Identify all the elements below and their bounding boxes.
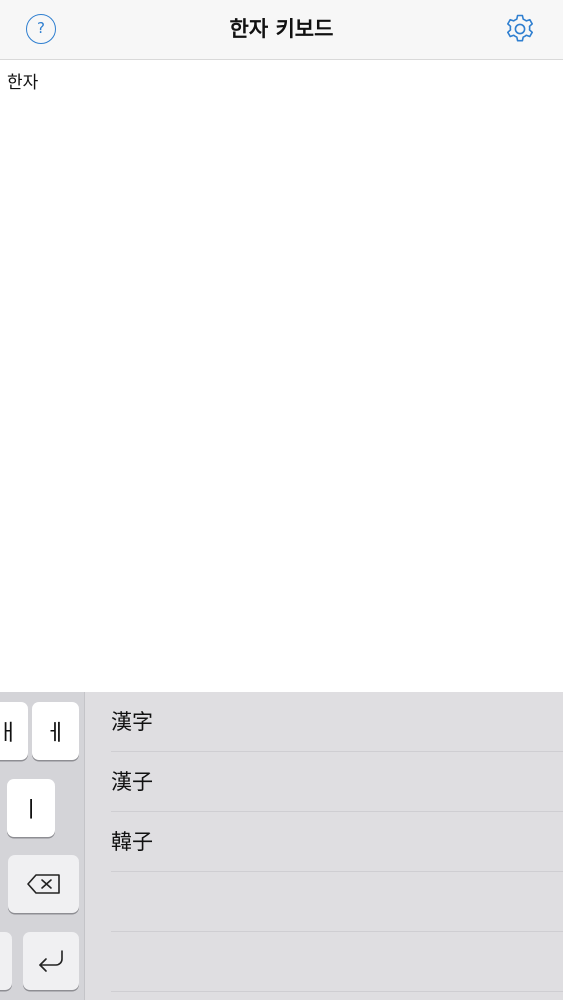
candidate-item[interactable]: 漢字	[111, 692, 563, 752]
app-root: ? 한자 키보드 한자 ㅐ ㅔ ㅣ 漢字 漢子 韓子	[0, 0, 563, 1000]
return-icon	[39, 950, 63, 972]
backspace-key[interactable]	[8, 855, 79, 913]
keys-area: ㅐ ㅔ ㅣ	[0, 692, 85, 1000]
key-i-label: ㅣ	[20, 798, 42, 823]
page-title: 한자 키보드	[229, 17, 334, 41]
navigation-bar: ? 한자 키보드	[0, 0, 563, 60]
backspace-icon	[26, 874, 60, 894]
candidate-item[interactable]: 韓子	[111, 812, 563, 872]
candidate-item[interactable]	[111, 872, 563, 932]
key-i[interactable]: ㅣ	[7, 779, 55, 837]
key-ae[interactable]: ㅐ	[0, 702, 28, 760]
key-e[interactable]: ㅔ	[32, 702, 79, 760]
key-ae-label: ㅐ	[0, 721, 19, 746]
candidate-list: 漢字 漢子 韓子	[85, 692, 563, 1000]
text-editor[interactable]: 한자	[0, 61, 563, 692]
candidate-item[interactable]	[111, 932, 563, 992]
return-key[interactable]	[23, 932, 79, 990]
keyboard: ㅐ ㅔ ㅣ 漢字 漢子 韓子	[0, 692, 563, 1000]
candidate-item[interactable]: 漢子	[111, 752, 563, 812]
settings-button[interactable]	[503, 12, 537, 46]
space-key[interactable]	[0, 932, 12, 990]
key-e-label: ㅔ	[45, 721, 66, 746]
gear-icon	[507, 14, 533, 42]
editor-text: 한자	[7, 73, 39, 93]
